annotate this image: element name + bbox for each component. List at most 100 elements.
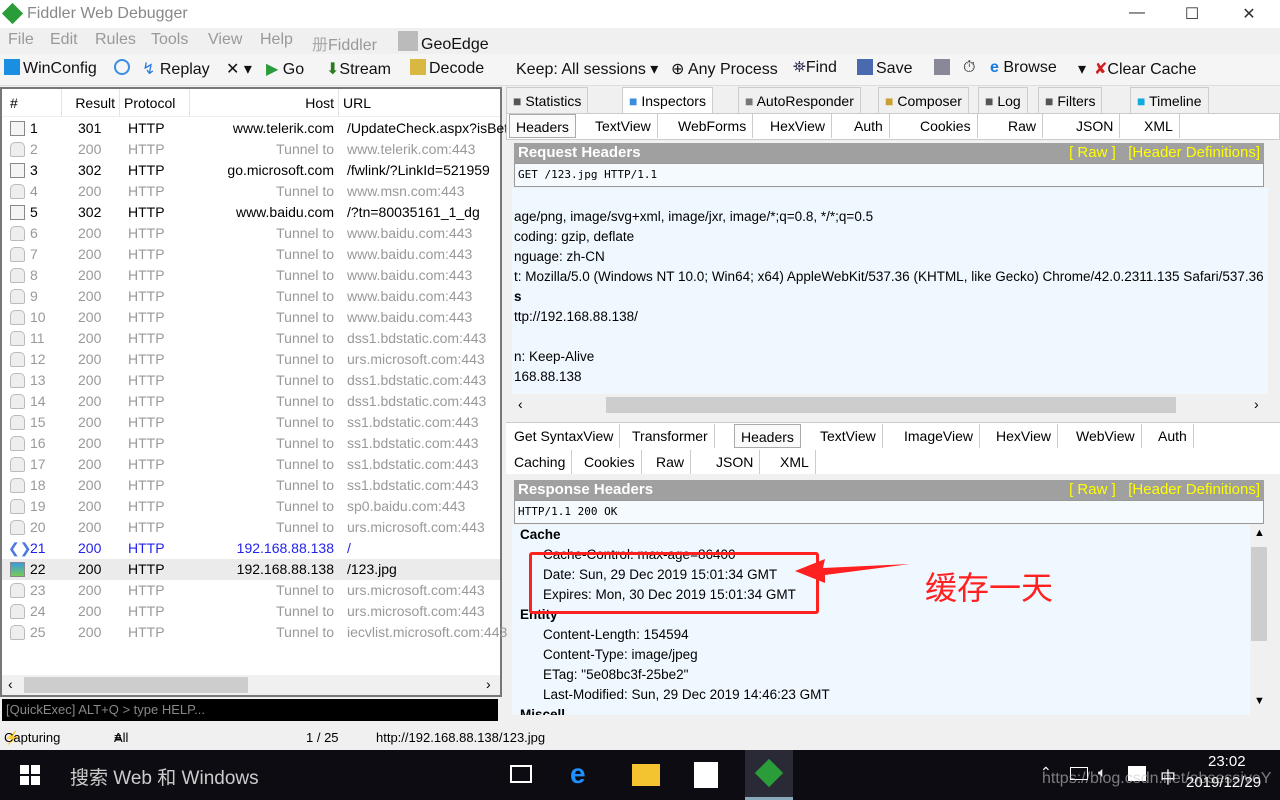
tab-webview[interactable]: WebView bbox=[1070, 424, 1142, 448]
session-row[interactable]: 3 302 HTTP go.microsoft.com/fwlink/?LinkId=… bbox=[2, 160, 500, 181]
any-process-button[interactable]: ⊕ Any Process bbox=[671, 59, 778, 79]
tab-cookies[interactable]: Cookies bbox=[914, 114, 978, 138]
maximize-button[interactable]: ☐ bbox=[1177, 4, 1207, 24]
scroll-right-icon[interactable]: › bbox=[1254, 396, 1259, 412]
col-protocol[interactable]: Protocol bbox=[120, 89, 190, 117]
session-row[interactable]: 14 200 HTTP Tunnel to dss1.bdstatic.com:443 bbox=[2, 391, 500, 412]
tab-get-syntaxview[interactable]: Get SyntaxView bbox=[508, 424, 621, 448]
sessions-list[interactable]: # Result Protocol Host URL 1 301 HTTP www.t… bbox=[0, 87, 508, 697]
task-view-icon[interactable] bbox=[510, 765, 532, 783]
tab-textview[interactable]: TextView bbox=[814, 424, 883, 448]
tab-cookies[interactable]: Cookies bbox=[578, 450, 642, 474]
session-row[interactable]: 23 200 HTTP Tunnel to urs.microsoft.com:443 bbox=[2, 580, 500, 601]
session-row[interactable]: 25 200 HTTP Tunnel to iecvlist.microsoft.com… bbox=[2, 622, 507, 643]
fiddler-task-icon[interactable] bbox=[745, 750, 793, 800]
close-button[interactable]: ✕ bbox=[1234, 4, 1264, 24]
session-row[interactable]: 5 302 HTTP www.baidu.com /?tn=80035161_1_dg bbox=[2, 202, 500, 223]
session-row[interactable]: 19 200 HTTP Tunnel to sp0.baidu.com:443 bbox=[2, 496, 500, 517]
session-row[interactable]: 16 200 HTTP Tunnel to ss1.bdstatic.com:443 bbox=[2, 433, 500, 454]
tab-inspectors[interactable]: ■ Inspectors bbox=[622, 87, 713, 113]
tab-json[interactable]: JSON bbox=[710, 450, 761, 474]
tab-headers[interactable]: Headers bbox=[734, 424, 801, 448]
scroll-thumb[interactable] bbox=[606, 397, 1176, 413]
menu-tools[interactable]: Tools bbox=[151, 31, 188, 49]
request-horizontal-scrollbar[interactable]: ‹ › bbox=[512, 395, 1268, 415]
session-row[interactable]: 10 200 HTTP Tunnel to www.baidu.com:443 bbox=[2, 307, 500, 328]
browse-dropdown[interactable]: ▾ bbox=[1078, 59, 1086, 79]
session-row[interactable]: 2 200 HTTP Tunnel to www.telerik.com:443 bbox=[2, 139, 500, 160]
menu-view[interactable]: View bbox=[208, 31, 242, 49]
session-row[interactable]: 18 200 HTTP Tunnel to ss1.bdstatic.com:443 bbox=[2, 475, 500, 496]
tab-statistics[interactable]: ■ Statistics bbox=[506, 87, 589, 113]
tab-raw[interactable]: Raw bbox=[650, 450, 692, 474]
tab-raw[interactable]: Raw bbox=[1002, 114, 1044, 138]
tab-auth[interactable]: Auth bbox=[848, 114, 890, 138]
tab-textview[interactable]: TextView bbox=[589, 114, 658, 138]
session-row[interactable]: 8 200 HTTP Tunnel to www.baidu.com:443 bbox=[2, 265, 500, 286]
keep-sessions-dropdown[interactable]: Keep: All sessions ▾ bbox=[516, 59, 658, 79]
session-row[interactable]: 20 200 HTTP Tunnel to urs.microsoft.com:443 bbox=[2, 517, 500, 538]
stream-button[interactable]: ⬇Stream bbox=[326, 59, 391, 79]
session-row[interactable]: 13 200 HTTP Tunnel to dss1.bdstatic.com:443 bbox=[2, 370, 500, 391]
menu-file[interactable]: File bbox=[8, 31, 34, 49]
menu-edit[interactable]: Edit bbox=[50, 31, 78, 49]
scroll-right-icon[interactable]: › bbox=[486, 676, 491, 692]
tab-json[interactable]: JSON bbox=[1070, 114, 1121, 138]
replay-button[interactable]: ↯ Replay bbox=[142, 59, 210, 79]
response-vertical-scrollbar[interactable]: ▲ ▼ bbox=[1250, 525, 1268, 715]
start-button[interactable] bbox=[20, 765, 40, 785]
session-row[interactable]: 1 301 HTTP www.telerik.com/UpdateCheck.aspx… bbox=[2, 118, 508, 139]
tab-caching[interactable]: Caching bbox=[508, 450, 573, 474]
file-explorer-icon[interactable] bbox=[632, 764, 660, 786]
session-row[interactable]: 22 200 HTTP 192.168.88.138/123.jpg bbox=[2, 559, 500, 580]
tab-timeline[interactable]: ■ Timeline bbox=[1130, 87, 1209, 113]
response-header-definitions-link[interactable]: [Header Definitions] bbox=[1128, 481, 1260, 498]
tab-composer[interactable]: ■ Composer bbox=[878, 87, 969, 113]
menu-geoedge[interactable]: GeoEdge bbox=[398, 31, 489, 54]
response-raw-link[interactable]: [ Raw ] bbox=[1069, 481, 1116, 498]
tab-log[interactable]: ■ Log bbox=[978, 87, 1028, 113]
session-row[interactable]: 6 200 HTTP Tunnel to www.baidu.com:443 bbox=[2, 223, 500, 244]
decode-button[interactable]: Decode bbox=[410, 59, 484, 78]
menu-rules[interactable]: Rules bbox=[95, 31, 136, 49]
tab-imageview[interactable]: ImageView bbox=[898, 424, 981, 448]
edge-icon[interactable]: e bbox=[570, 758, 586, 790]
scroll-up-icon[interactable]: ▲ bbox=[1254, 527, 1265, 539]
col-host[interactable]: Host bbox=[190, 89, 339, 117]
scroll-down-icon[interactable]: ▼ bbox=[1254, 695, 1265, 707]
session-row[interactable]: 15 200 HTTP Tunnel to ss1.bdstatic.com:443 bbox=[2, 412, 500, 433]
col-number[interactable]: # bbox=[2, 89, 62, 117]
comment-button[interactable] bbox=[114, 59, 133, 78]
scroll-thumb[interactable] bbox=[1251, 547, 1267, 641]
session-row[interactable]: 12 200 HTTP Tunnel to urs.microsoft.com:443 bbox=[2, 349, 500, 370]
session-row[interactable]: 7 200 HTTP Tunnel to www.baidu.com:443 bbox=[2, 244, 500, 265]
browse-button[interactable]: e Browse bbox=[990, 59, 1057, 77]
session-row[interactable]: ❮❯ 21 200 HTTP 192.168.88.138 / bbox=[2, 538, 500, 559]
tab-transformer[interactable]: Transformer bbox=[626, 424, 715, 448]
session-row[interactable]: 17 200 HTTP Tunnel to ss1.bdstatic.com:443 bbox=[2, 454, 500, 475]
scroll-thumb[interactable] bbox=[24, 677, 248, 693]
col-url[interactable]: URL bbox=[339, 89, 499, 117]
search-box[interactable]: 搜索 Web 和 Windows bbox=[70, 763, 259, 790]
tab-headers[interactable]: Headers bbox=[509, 114, 576, 138]
tab-auth[interactable]: Auth bbox=[1152, 424, 1194, 448]
horizontal-scrollbar[interactable]: ‹ › bbox=[2, 675, 500, 695]
menu-help[interactable]: Help bbox=[260, 31, 293, 49]
session-row[interactable]: 9 200 HTTP Tunnel to www.baidu.com:443 bbox=[2, 286, 500, 307]
tab-autoresponder[interactable]: ■ AutoResponder bbox=[738, 87, 861, 113]
tab-xml[interactable]: XML bbox=[1138, 114, 1180, 138]
request-header-definitions-link[interactable]: [Header Definitions] bbox=[1128, 144, 1260, 161]
timer-button[interactable]: ⏱ bbox=[963, 59, 975, 77]
store-icon[interactable] bbox=[694, 762, 718, 788]
screenshot-button[interactable] bbox=[934, 59, 953, 78]
session-row[interactable]: 11 200 HTTP Tunnel to dss1.bdstatic.com:443 bbox=[2, 328, 500, 349]
scroll-left-icon[interactable]: ‹ bbox=[8, 676, 13, 692]
save-button[interactable]: Save bbox=[857, 59, 912, 78]
tab-xml[interactable]: XML bbox=[774, 450, 816, 474]
tab-hexview[interactable]: HexView bbox=[990, 424, 1058, 448]
tab-hexview[interactable]: HexView bbox=[764, 114, 832, 138]
quickexec-input[interactable]: [QuickExec] ALT+Q > type HELP... bbox=[2, 699, 498, 721]
tab-filters[interactable]: ■ Filters bbox=[1038, 87, 1103, 113]
col-result[interactable]: Result bbox=[62, 89, 120, 117]
session-row[interactable]: 4 200 HTTP Tunnel to www.msn.com:443 bbox=[2, 181, 500, 202]
